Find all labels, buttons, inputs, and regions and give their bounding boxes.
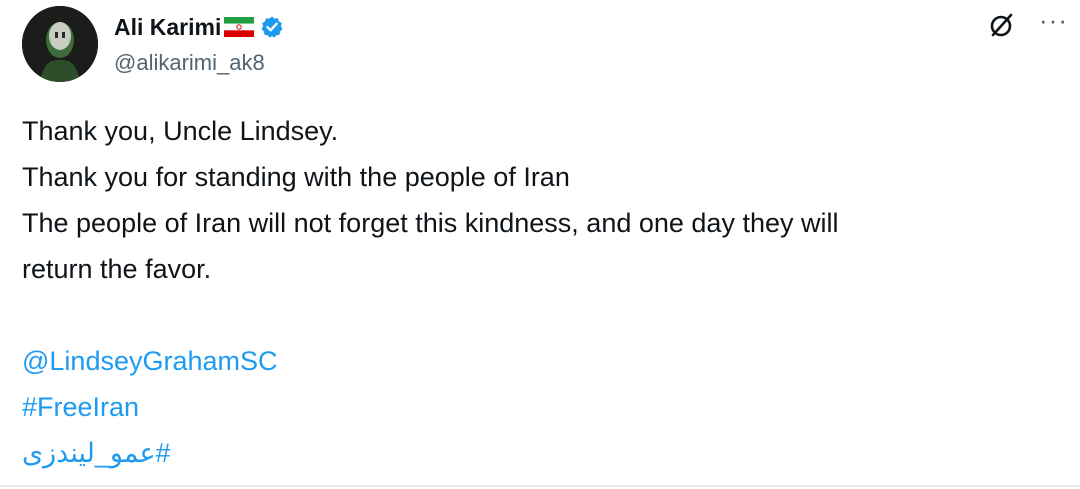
mention-link[interactable]: @LindseyGrahamSC [22,338,1042,384]
tweet-line: Thank you for standing with the people o… [22,162,570,192]
divider [0,485,1080,487]
tweet-line: The people of Iran will not forget this … [22,208,839,238]
more-options-icon[interactable]: ··· [1039,7,1068,40]
hashtag-link[interactable]: #FreeIran [22,384,1042,430]
iran-flag-icon [224,17,255,37]
display-name[interactable]: Ali Karimi [114,14,221,41]
author-names: Ali Karimi @alikarimi_ak8 [114,14,284,76]
tweet-actions: ··· [987,7,1068,40]
hashtag-link[interactable]: #عمو_لیندزی [22,430,1042,476]
avatar[interactable] [22,6,98,82]
tweet-line: Thank you, Uncle Lindsey. [22,116,339,146]
name-row: Ali Karimi [114,14,284,40]
tweet-header: Ali Karimi @alikarimi_ak8 [22,6,284,82]
hashtag-persian[interactable]: #عمو_لیندزی [22,430,171,476]
verified-badge-icon [260,15,284,39]
tweet-text: Thank you, Uncle Lindsey. Thank you for … [22,108,1042,476]
grok-icon[interactable] [987,10,1017,40]
tweet-card[interactable]: Ali Karimi @alikarimi_ak8 ··· Thank you,… [0,0,1080,489]
author-handle[interactable]: @alikarimi_ak8 [114,50,284,76]
tweet-line: return the favor. [22,254,212,284]
